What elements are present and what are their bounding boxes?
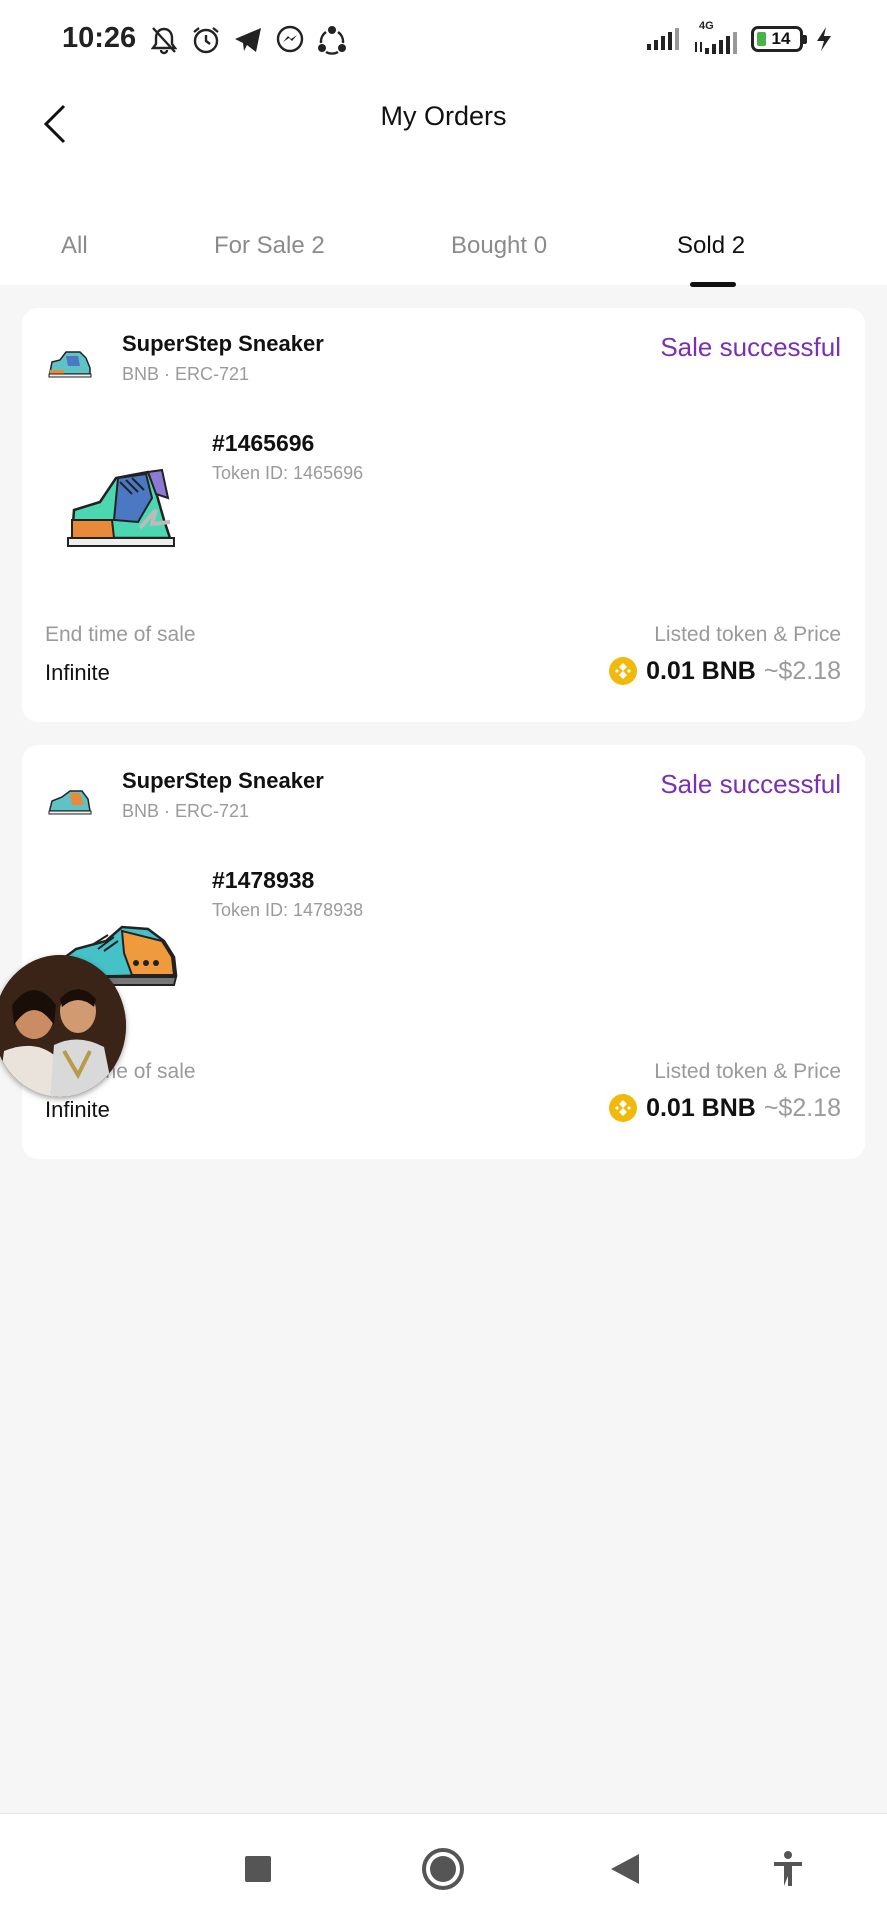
tab-all[interactable]: All xyxy=(61,232,88,260)
telegram-icon xyxy=(235,28,261,52)
price-label: Listed token & Price xyxy=(654,1060,841,1083)
accessibility-icon xyxy=(774,1851,802,1886)
system-nav-bar xyxy=(0,1813,887,1920)
collection-thumbnail xyxy=(48,790,92,815)
token-id: Token ID: 1478938 xyxy=(212,900,364,920)
price-amount: 0.01 BNB xyxy=(646,656,756,685)
status-badge: Sale successful xyxy=(660,332,841,362)
price-usd: ~$2.18 xyxy=(763,656,841,685)
order-card[interactable]: SuperStep Sneaker BNB · ERC-721 Sale suc… xyxy=(22,745,865,1159)
collection-name: SuperStep Sneaker xyxy=(122,331,324,356)
active-tab-indicator xyxy=(690,282,736,287)
nft-number: #1478938 xyxy=(212,867,315,893)
home-circle-icon xyxy=(422,1848,464,1890)
collection-thumbnail xyxy=(48,351,92,378)
recents-square-icon xyxy=(245,1856,271,1882)
sync-icon xyxy=(318,26,346,55)
collection-chain: BNB · ERC-721 xyxy=(122,801,250,821)
page-title: My Orders xyxy=(380,101,507,131)
price-usd: ~$2.18 xyxy=(763,1093,841,1122)
bnb-coin-icon xyxy=(609,657,638,685)
collection-chain: BNB · ERC-721 xyxy=(122,364,250,384)
home-button[interactable] xyxy=(418,1844,468,1894)
status-icons-right: 4G 14 xyxy=(645,20,833,54)
tab-bought[interactable]: Bought 0 xyxy=(451,232,547,260)
back-triangle-icon xyxy=(611,1854,639,1884)
battery-icon: 14 xyxy=(751,26,807,52)
price-amount: 0.01 BNB xyxy=(646,1093,756,1122)
bnb-coin-icon xyxy=(609,1094,638,1122)
nft-number: #1465696 xyxy=(212,430,315,456)
end-time-value: Infinite xyxy=(45,660,110,685)
tab-for-sale[interactable]: For Sale 2 xyxy=(214,232,325,260)
signal-4g-icon: 4G xyxy=(693,20,739,54)
end-time-value: Infinite xyxy=(45,1097,110,1122)
sneaker-image xyxy=(67,468,175,547)
accessibility-button[interactable] xyxy=(763,1844,813,1894)
status-badge: Sale successful xyxy=(660,769,841,799)
price-label: Listed token & Price xyxy=(654,623,841,646)
tab-bar: All For Sale 2 Bought 0 Sold 2 xyxy=(0,220,887,285)
header: My Orders All For Sale 2 Bought 0 Sold 2 xyxy=(0,80,887,287)
price-row: 0.01 BNB ~$2.18 xyxy=(608,1093,841,1123)
messenger-icon xyxy=(276,25,304,53)
collection-name: SuperStep Sneaker xyxy=(122,768,324,793)
signal-icon xyxy=(647,28,679,50)
tab-sold[interactable]: Sold 2 xyxy=(677,232,745,260)
status-icons-left xyxy=(148,24,348,56)
battery-level: 14 xyxy=(771,29,791,48)
charging-icon xyxy=(817,27,831,51)
alarm-icon xyxy=(193,27,219,54)
back-nav-button[interactable] xyxy=(600,1844,650,1894)
chat-head-avatar[interactable] xyxy=(0,955,126,1097)
avatar-photo xyxy=(0,955,126,1097)
end-time-label: End time of sale xyxy=(45,623,196,646)
status-time: 10:26 xyxy=(62,22,137,54)
price-row: 0.01 BNB ~$2.18 xyxy=(608,656,841,686)
status-bar: 10:26 4G 14 xyxy=(0,0,887,80)
token-id: Token ID: 1465696 xyxy=(212,463,364,483)
order-card[interactable]: SuperStep Sneaker BNB · ERC-721 Sale suc… xyxy=(22,308,865,722)
bell-off-icon xyxy=(150,27,178,55)
recents-button[interactable] xyxy=(233,1844,283,1894)
